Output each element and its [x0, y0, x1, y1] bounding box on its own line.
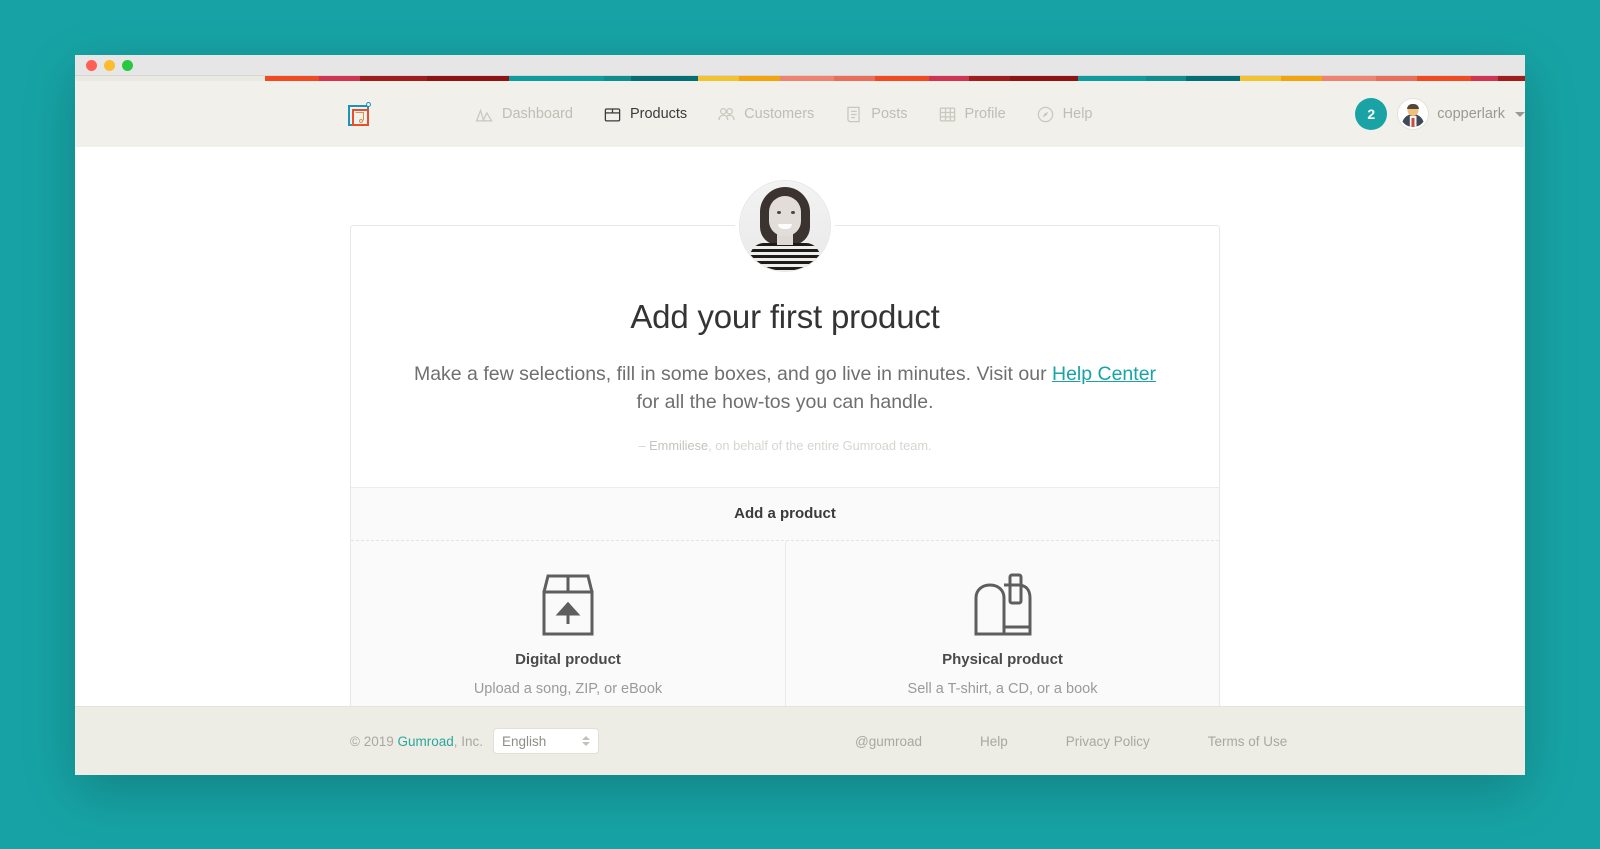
compass-icon: [1036, 105, 1055, 124]
user-area: 2 copperlark: [1355, 98, 1525, 130]
option-title: Physical product: [942, 651, 1063, 668]
nav-item-posts[interactable]: Posts: [844, 105, 908, 124]
quote-rest: , on behalf of the entire Gumroad team.: [708, 438, 932, 453]
page-title: Add your first product: [630, 298, 940, 335]
minimize-window-button[interactable]: [104, 59, 115, 71]
gumroad-link[interactable]: Gumroad: [397, 734, 453, 749]
footer-links-group: @gumroad Help Privacy Policy Terms of Use: [855, 734, 1287, 749]
card-subtitle: Make a few selections, fill in some boxe…: [411, 360, 1159, 416]
page-footer: © 2019 Gumroad, Inc. English @gumroad Hel…: [75, 706, 1525, 775]
main-content: Add your first product Make a few select…: [75, 147, 1525, 730]
top-navigation-bar: Dashboard Products Customers Posts Profi…: [75, 81, 1525, 147]
avatar-tie: [1411, 118, 1415, 127]
window-titlebar: [75, 55, 1525, 76]
emmiliese-avatar-photo: [739, 180, 831, 272]
nav-item-products[interactable]: Products: [603, 105, 687, 124]
subtitle-text-after: for all the how-tos you can handle.: [636, 391, 934, 413]
footer-link[interactable]: Help: [980, 734, 1008, 749]
nav-label: Posts: [871, 106, 908, 122]
close-window-button[interactable]: [86, 59, 97, 71]
footer-link[interactable]: Privacy Policy: [1066, 734, 1150, 749]
nav-label: Customers: [744, 106, 815, 122]
nav-item-dashboard[interactable]: Dashboard: [475, 105, 573, 124]
avatar[interactable]: [1398, 99, 1429, 129]
onboarding-card: Add your first product Make a few select…: [350, 180, 1220, 730]
photo-face: [769, 196, 801, 236]
chevron-down-icon[interactable]: [1515, 111, 1525, 117]
quote-author: Emmiliese: [649, 438, 709, 453]
nav-item-customers[interactable]: Customers: [717, 105, 814, 124]
help-center-link[interactable]: Help Center: [1052, 363, 1156, 385]
subtitle-text-before: Make a few selections, fill in some boxe…: [413, 363, 1052, 385]
nav-label: Products: [629, 106, 688, 122]
mailbox-icon: [796, 569, 1209, 643]
option-title: Digital product: [515, 651, 621, 668]
gumroad-logo[interactable]: [347, 101, 371, 127]
nav-item-profile[interactable]: Profile: [938, 105, 1006, 124]
people-icon: [717, 105, 736, 124]
digital-product-option[interactable]: Digital product Upload a song, ZIP, or e…: [351, 541, 785, 729]
nav-label: Dashboard: [502, 106, 573, 122]
document-icon: [844, 105, 863, 124]
nav-item-help[interactable]: Help: [1036, 105, 1093, 124]
logo-node-top: [366, 102, 371, 107]
box-upload-icon: [361, 569, 775, 643]
nav-items-group: Dashboard Products Customers Posts Profi…: [475, 81, 1122, 147]
notification-badge[interactable]: 2: [1355, 98, 1388, 130]
photo-eye-left: [777, 211, 781, 214]
photo-eye-right: [791, 211, 795, 214]
photo-striped-shirt: [750, 243, 820, 271]
language-select[interactable]: English: [493, 728, 600, 754]
quote-dash: –: [638, 438, 650, 453]
chart-mountain-icon: [475, 105, 494, 124]
maximize-window-button[interactable]: [122, 59, 133, 71]
product-type-options: Digital product Upload a song, ZIP, or e…: [351, 541, 1219, 729]
copyright-suffix: , Inc.: [453, 733, 484, 749]
option-description: Sell a T-shirt, a CD, or a book: [907, 681, 1098, 697]
stepper-arrows-icon: [582, 736, 591, 746]
copyright-text: © 2019 Gumroad, Inc.: [350, 734, 483, 749]
browser-window: Dashboard Products Customers Posts Profi…: [75, 55, 1525, 775]
language-value: English: [502, 733, 547, 749]
nav-label: Help: [1062, 106, 1093, 122]
add-product-header: Add a product: [351, 488, 1219, 541]
physical-product-option[interactable]: Physical product Sell a T-shirt, a CD, o…: [785, 541, 1219, 729]
footer-link[interactable]: @gumroad: [855, 734, 922, 749]
option-description: Upload a song, ZIP, or eBook: [473, 681, 663, 697]
copyright-prefix: © 2019: [350, 733, 398, 749]
box-icon: [603, 105, 622, 124]
grid-icon: [938, 105, 957, 124]
logo-node-bottom: [359, 119, 363, 123]
username-label: copperlark: [1437, 106, 1505, 122]
nav-label: Profile: [964, 106, 1006, 122]
quote-attribution: – Emmiliese, on behalf of the entire Gum…: [411, 438, 1159, 453]
footer-link[interactable]: Terms of Use: [1208, 734, 1288, 749]
footer-left-group: © 2019 Gumroad, Inc. English: [350, 728, 600, 754]
avatar-hair: [1407, 104, 1420, 109]
